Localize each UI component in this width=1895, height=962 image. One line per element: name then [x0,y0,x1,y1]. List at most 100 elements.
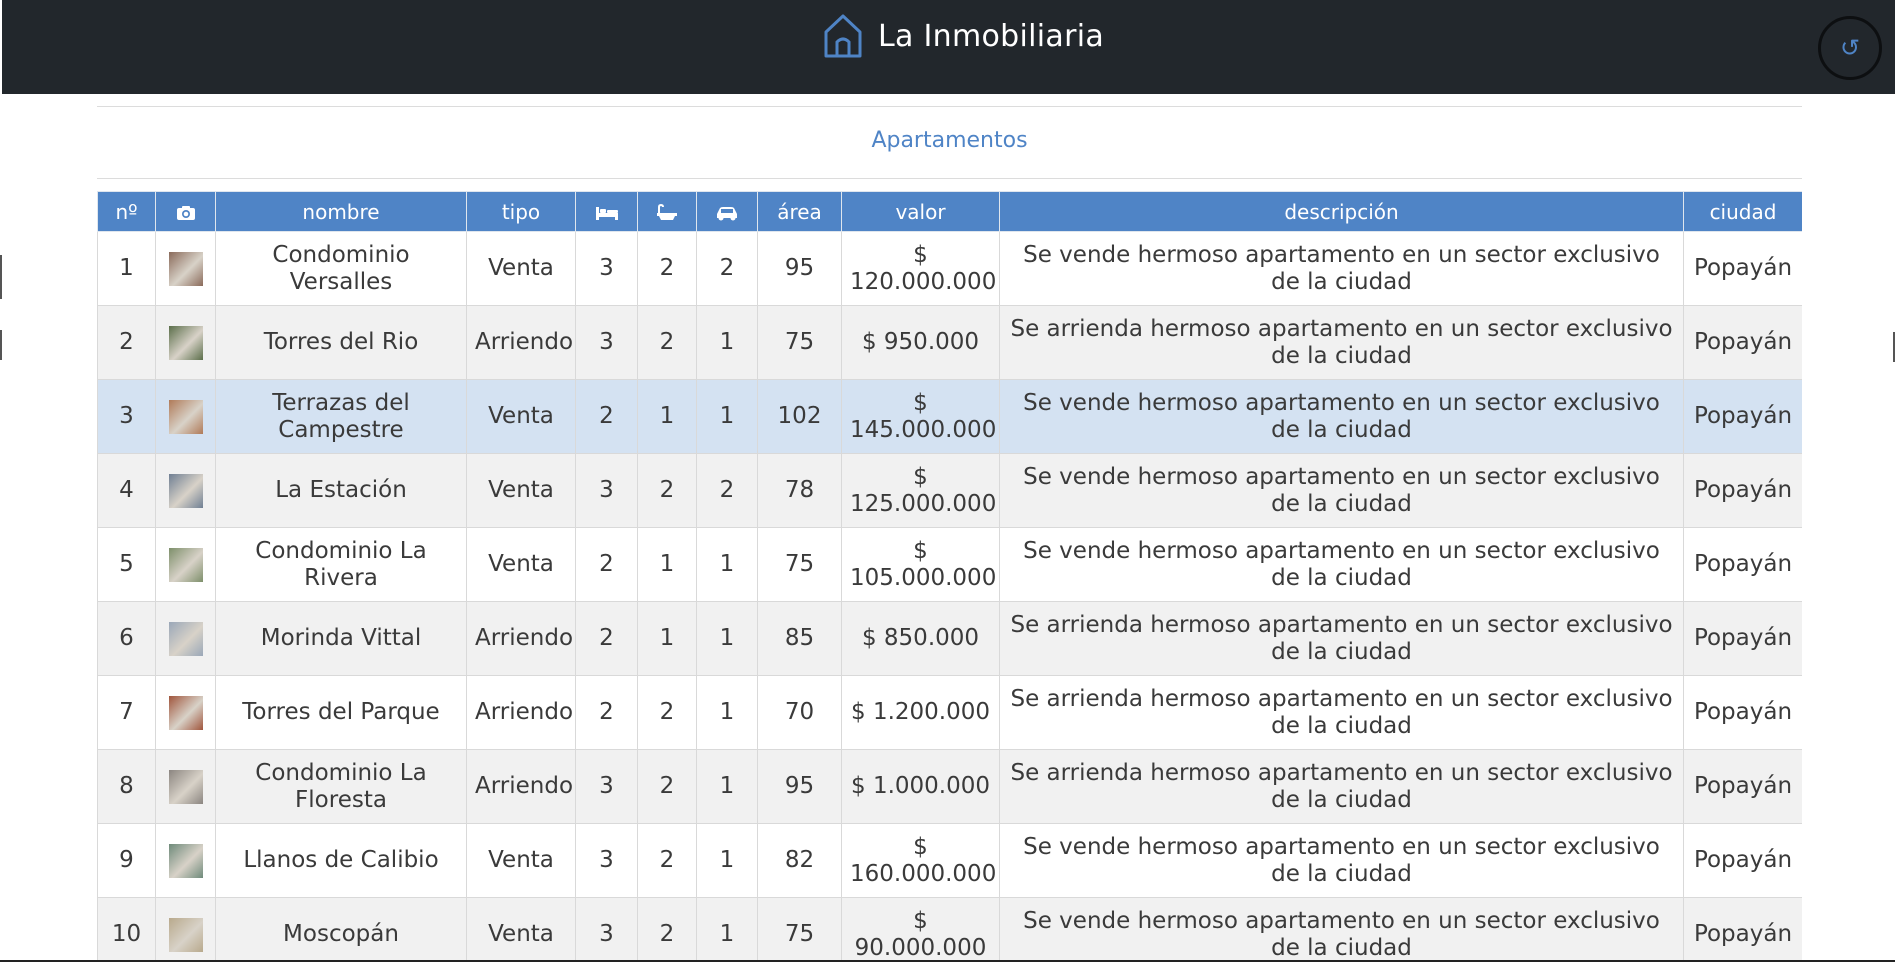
table-row[interactable]: 9 Llanos de Calibio Venta 3 2 1 82 $ 160.000.00… [97,823,1802,898]
cell-valor: $ 145.000.000 [841,379,1000,454]
table-row[interactable]: 4 La Estación Venta 3 2 2 78 $ 125.000.000 Se ve… [97,453,1802,528]
property-thumbnail[interactable] [168,251,203,286]
cell-valor: $ 105.000.000 [841,527,1000,602]
refresh-icon: ↺ [1839,34,1861,62]
property-thumbnail[interactable] [168,547,203,582]
cell-bedrooms: 3 [575,749,638,824]
cell-bedrooms: 2 [575,675,638,750]
column-header-bathrooms[interactable] [637,191,697,232]
divider [97,178,1802,179]
cell-descripcion: Se vende hermoso apartamento en un secto… [999,527,1684,602]
cell-parking: 1 [696,675,758,750]
cell-ciudad: Popayán [1683,601,1802,676]
cell-tipo: Arriendo [466,305,576,380]
cell-bedrooms: 3 [575,231,638,306]
cell-bedrooms: 3 [575,897,638,962]
cell-photo [155,897,216,962]
cell-valor: $ 850.000 [841,601,1000,676]
cell-valor: $ 1.000.000 [841,749,1000,824]
cell-bathrooms: 1 [637,601,697,676]
camera-icon [176,206,195,220]
column-header-area[interactable]: área [757,191,842,232]
property-thumbnail[interactable] [168,621,203,656]
section-title: Apartamentos [871,128,1028,153]
left-edge-marker [0,255,2,299]
top-navbar: La Inmobiliaria ↺ [2,0,1895,94]
cell-bedrooms: 3 [575,305,638,380]
cell-number: 9 [97,823,156,898]
cell-nombre: Llanos de Calibio [215,823,467,898]
column-header-bedrooms[interactable] [575,191,638,232]
cell-ciudad: Popayán [1683,231,1802,306]
cell-bathrooms: 2 [637,675,697,750]
cell-photo [155,823,216,898]
cell-area: 95 [757,749,842,824]
cell-ciudad: Popayán [1683,749,1802,824]
cell-photo [155,305,216,380]
table-row[interactable]: 10 Moscopán Venta 3 2 1 75 $ 90.000.000 Se vende… [97,897,1802,962]
cell-tipo: Arriendo [466,601,576,676]
cell-parking: 1 [696,749,758,824]
cell-descripcion: Se vende hermoso apartamento en un secto… [999,453,1684,528]
cell-ciudad: Popayán [1683,453,1802,528]
cell-ciudad: Popayán [1683,897,1802,962]
cell-bathrooms: 2 [637,231,697,306]
cell-descripcion: Se arrienda hermoso apartamento en un se… [999,601,1684,676]
cell-bathrooms: 2 [637,823,697,898]
table-row[interactable]: 7 Torres del Parque Arriendo 2 2 1 70 $ 1.200.0… [97,675,1802,750]
cell-ciudad: Popayán [1683,675,1802,750]
cell-parking: 1 [696,601,758,676]
cell-valor: $ 90.000.000 [841,897,1000,962]
refresh-button[interactable]: ↺ [1818,16,1882,80]
column-header-ciudad[interactable]: ciudad [1683,191,1802,232]
cell-photo [155,749,216,824]
column-header-photo[interactable] [155,191,216,232]
cell-area: 75 [757,527,842,602]
property-thumbnail[interactable] [168,695,203,730]
cell-parking: 1 [696,897,758,962]
table-row[interactable]: 6 Morinda Vittal Arriendo 2 1 1 85 $ 850.000 Se … [97,601,1802,676]
cell-nombre: La Estación [215,453,467,528]
brand[interactable]: La Inmobiliaria [822,12,1104,60]
property-thumbnail[interactable] [168,843,203,878]
cell-tipo: Venta [466,897,576,962]
column-header-n[interactable]: nº [97,191,156,232]
cell-photo [155,601,216,676]
table-row[interactable]: 1 Condominio Versalles Venta 3 2 2 95 $ 120.000… [97,231,1802,306]
cell-descripcion: Se vende hermoso apartamento en un secto… [999,823,1684,898]
cell-area: 102 [757,379,842,454]
apartments-table-container[interactable]: nº nombre tipo área valor descripción ci… [97,191,1802,962]
cell-area: 75 [757,305,842,380]
column-header-parking[interactable] [696,191,758,232]
table-row[interactable]: 2 Torres del Rio Arriendo 3 2 1 75 $ 950.000 Se … [97,305,1802,380]
bathtub-icon [657,203,677,220]
cell-area: 78 [757,453,842,528]
table-row[interactable]: 8 Condominio La Floresta Arriendo 3 2 1 95 $ 1.… [97,749,1802,824]
cell-nombre: Moscopán [215,897,467,962]
apartments-table: nº nombre tipo área valor descripción ci… [97,191,1802,962]
column-header-nombre[interactable]: nombre [215,191,467,232]
column-header-descripcion[interactable]: descripción [999,191,1684,232]
table-row[interactable]: 5 Condominio La Rivera Venta 2 1 1 75 $ 105.000… [97,527,1802,602]
column-header-valor[interactable]: valor [841,191,1000,232]
cell-photo [155,231,216,306]
cell-parking: 1 [696,305,758,380]
cell-tipo: Arriendo [466,749,576,824]
cell-parking: 1 [696,379,758,454]
cell-bathrooms: 2 [637,453,697,528]
cell-tipo: Venta [466,527,576,602]
cell-number: 3 [97,379,156,454]
property-thumbnail[interactable] [168,325,203,360]
cell-bathrooms: 1 [637,527,697,602]
cell-bathrooms: 2 [637,897,697,962]
cell-tipo: Arriendo [466,675,576,750]
property-thumbnail[interactable] [168,399,203,434]
property-thumbnail[interactable] [168,917,203,952]
property-thumbnail[interactable] [168,769,203,804]
property-thumbnail[interactable] [168,473,203,508]
cell-nombre: Torres del Parque [215,675,467,750]
column-header-tipo[interactable]: tipo [466,191,576,232]
table-row[interactable]: 3 Terrazas del Campestre Venta 2 1 1 102 $ 145.… [97,379,1802,454]
cell-ciudad: Popayán [1683,305,1802,380]
cell-bathrooms: 1 [637,379,697,454]
